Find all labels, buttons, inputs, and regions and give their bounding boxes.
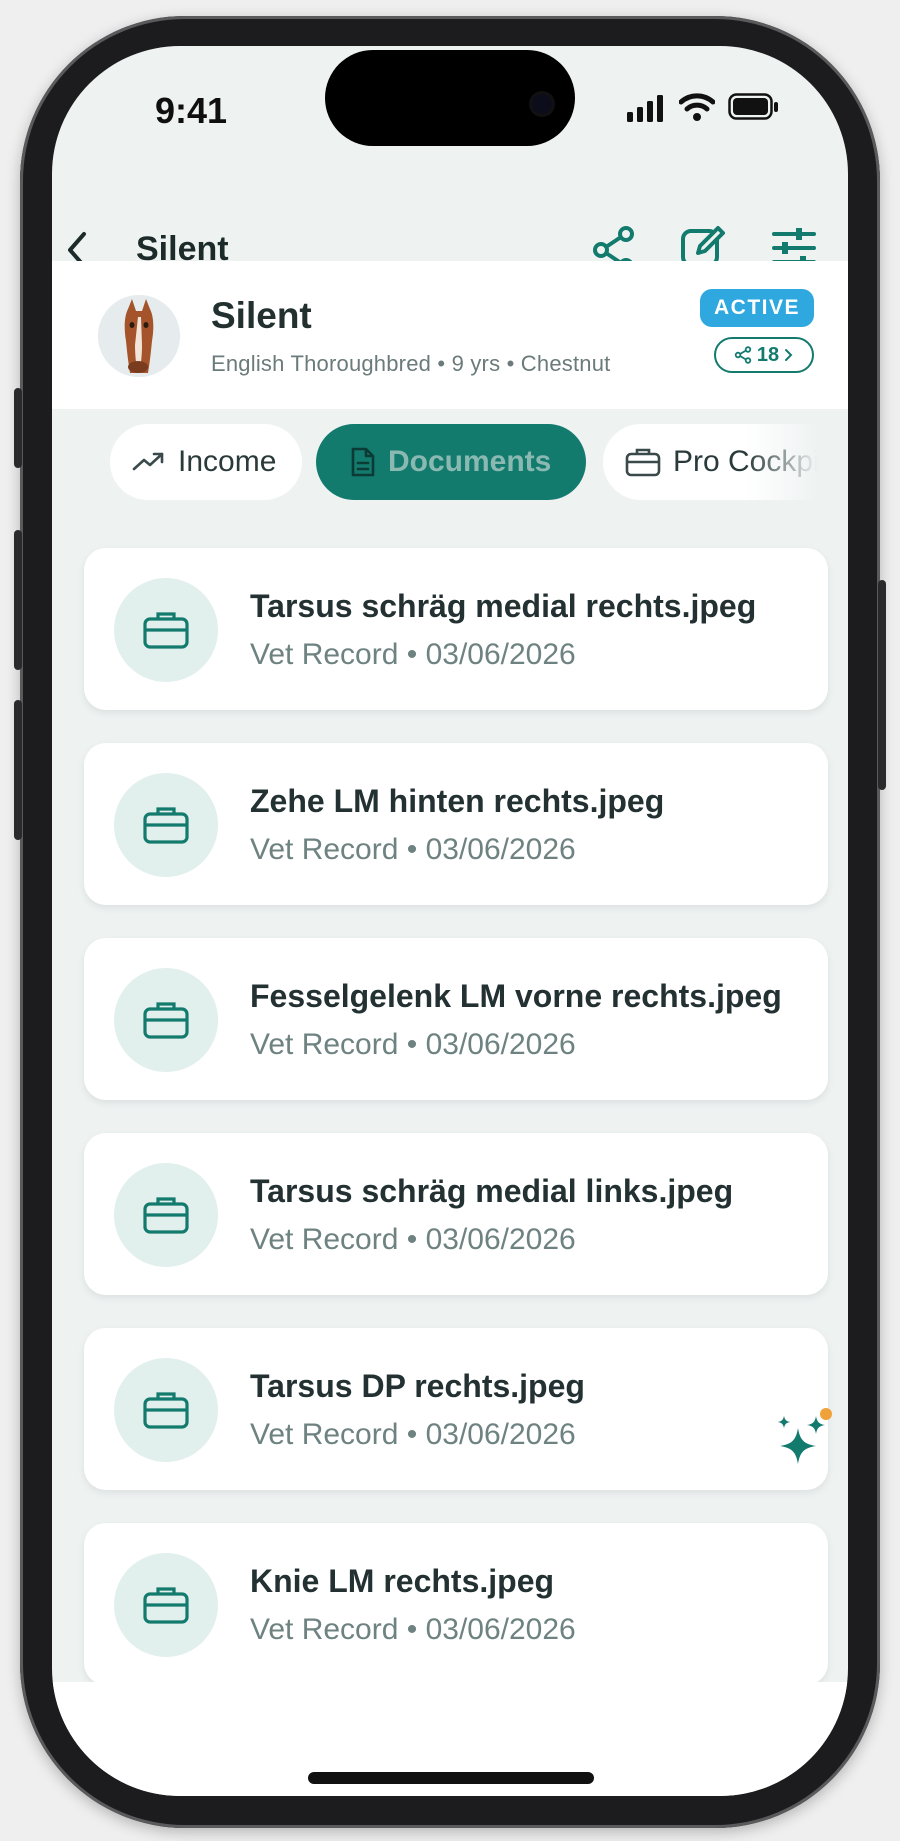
- home-indicator[interactable]: [308, 1772, 594, 1784]
- briefcase-icon: [143, 1002, 189, 1039]
- document-card[interactable]: Tarsus DP rechts.jpeg Vet Record • 03/06…: [84, 1328, 828, 1490]
- document-meta: Vet Record • 03/06/2026: [250, 1418, 576, 1451]
- document-list: Tarsus schräg medial rechts.jpeg Vet Rec…: [52, 46, 848, 1796]
- ai-sparkle-icon[interactable]: [770, 1408, 834, 1472]
- briefcase-icon: [143, 1392, 189, 1429]
- document-card[interactable]: Knie LM rechts.jpeg Vet Record • 03/06/2…: [84, 1523, 828, 1685]
- document-meta: Vet Record • 03/06/2026: [250, 1613, 576, 1646]
- document-title: Tarsus schräg medial links.jpeg: [250, 1173, 734, 1209]
- document-icon-circle: [114, 968, 218, 1072]
- screen: 9:41 Silent Silent English Thoroughbred …: [52, 46, 848, 1796]
- document-card[interactable]: Fesselgelenk LM vorne rechts.jpeg Vet Re…: [84, 938, 828, 1100]
- document-meta: Vet Record • 03/06/2026: [250, 1223, 576, 1256]
- document-icon-circle: [114, 1163, 218, 1267]
- briefcase-icon: [143, 1197, 189, 1234]
- document-icon-circle: [114, 578, 218, 682]
- mute-switch: [14, 388, 22, 468]
- document-card[interactable]: Zehe LM hinten rechts.jpeg Vet Record • …: [84, 743, 828, 905]
- briefcase-icon: [143, 807, 189, 844]
- power-button: [878, 580, 886, 790]
- document-title: Knie LM rechts.jpeg: [250, 1563, 555, 1599]
- document-title: Tarsus DP rechts.jpeg: [250, 1368, 585, 1404]
- document-title: Tarsus schräg medial rechts.jpeg: [250, 588, 757, 624]
- document-card[interactable]: Tarsus schräg medial rechts.jpeg Vet Rec…: [84, 548, 828, 710]
- document-icon-circle: [114, 1553, 218, 1657]
- volume-down-button: [14, 700, 22, 840]
- document-title: Fesselgelenk LM vorne rechts.jpeg: [250, 978, 782, 1014]
- briefcase-icon: [143, 1587, 189, 1624]
- document-meta: Vet Record • 03/06/2026: [250, 638, 576, 671]
- document-title: Zehe LM hinten rechts.jpeg: [250, 783, 665, 819]
- document-meta: Vet Record • 03/06/2026: [250, 1028, 576, 1061]
- document-icon-circle: [114, 773, 218, 877]
- volume-up-button: [14, 530, 22, 670]
- document-meta: Vet Record • 03/06/2026: [250, 833, 576, 866]
- briefcase-icon: [143, 612, 189, 649]
- document-card[interactable]: Tarsus schräg medial links.jpeg Vet Reco…: [84, 1133, 828, 1295]
- document-icon-circle: [114, 1358, 218, 1462]
